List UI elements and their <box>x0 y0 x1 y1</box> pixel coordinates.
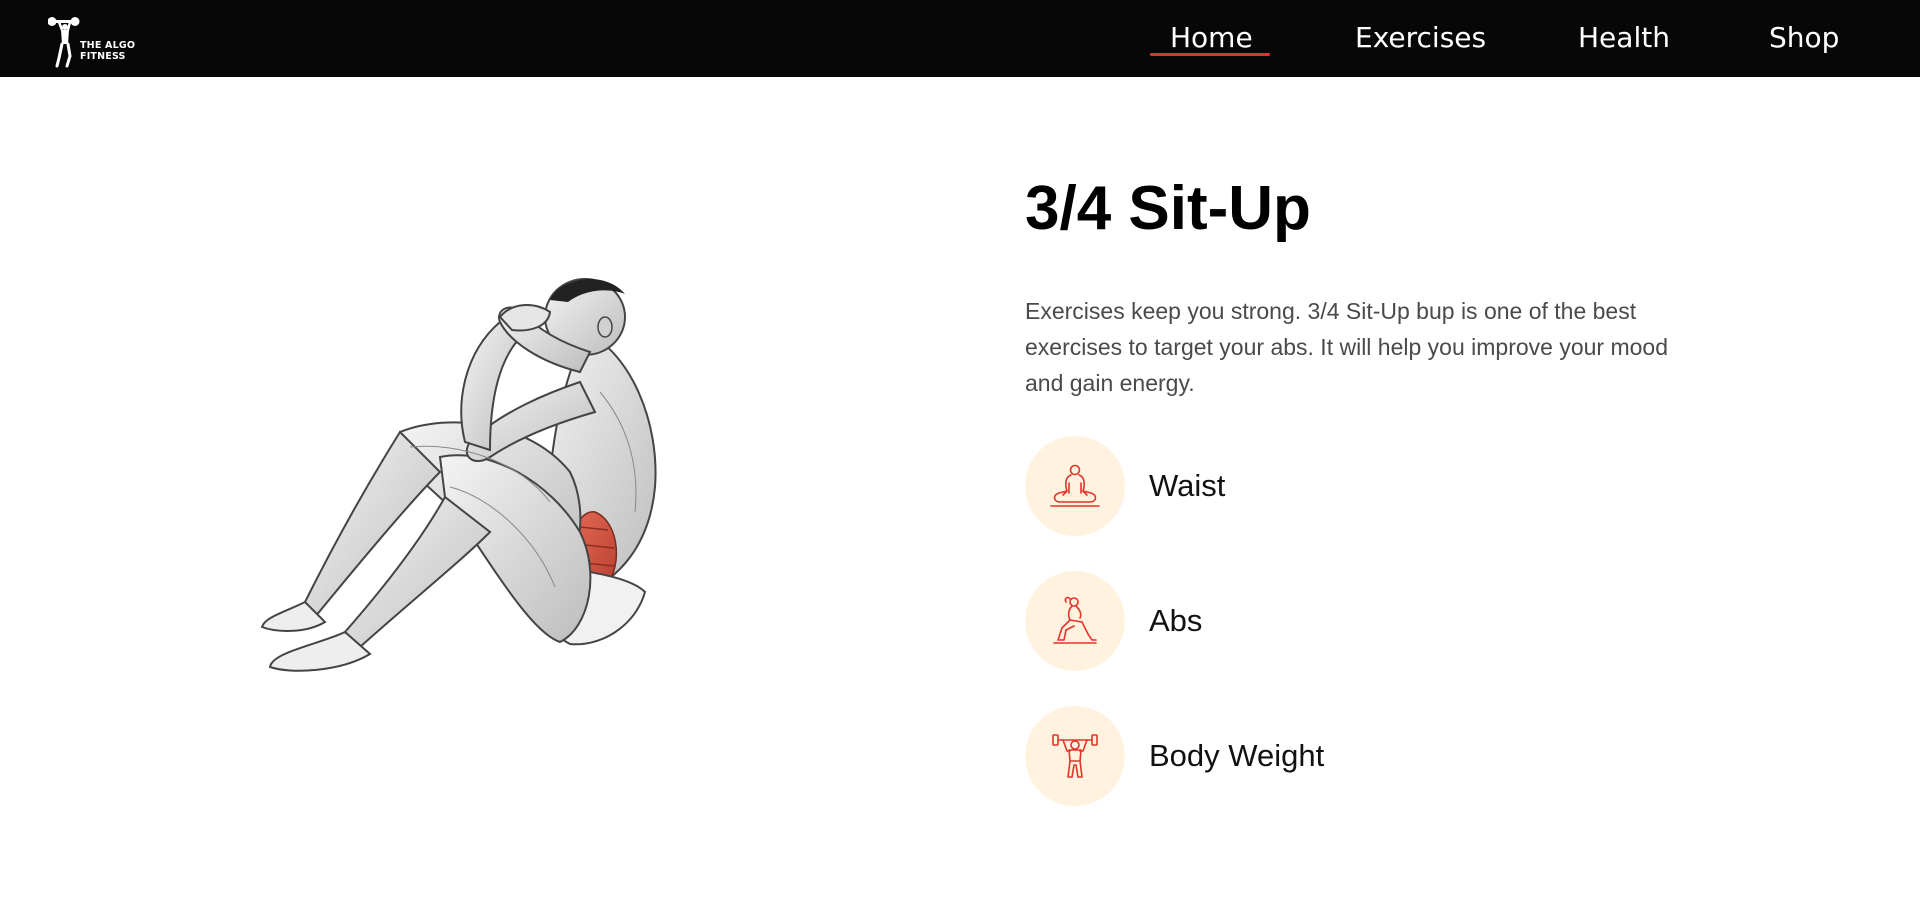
brand-wordmark: THE ALGO FITNESS <box>80 40 160 62</box>
tag-abs: Abs <box>1025 571 1425 671</box>
tag-icon-circle <box>1025 571 1125 671</box>
tag-label: Body Weight <box>1149 738 1325 773</box>
tag-icon-circle <box>1025 436 1125 536</box>
lunge-icon <box>1053 596 1097 644</box>
exercise-title: 3/4 Sit-Up <box>1025 174 1311 243</box>
tag-waist: Waist <box>1025 436 1425 536</box>
tag-icon-circle <box>1025 706 1125 806</box>
nav-shop[interactable]: Shop <box>1769 18 1839 58</box>
nav-health[interactable]: Health <box>1578 18 1670 58</box>
nav-active-indicator <box>1150 53 1270 56</box>
exercise-description: Exercises keep you strong. 3/4 Sit-Up bu… <box>1025 298 1669 396</box>
nav-exercises[interactable]: Exercises <box>1355 18 1486 58</box>
exercise-illustration <box>250 272 720 692</box>
meditation-icon <box>1050 464 1100 507</box>
weightlifter-icon <box>1052 734 1098 778</box>
brand-logo[interactable]: THE ALGO FITNESS <box>48 14 148 70</box>
tag-label: Waist <box>1149 468 1226 503</box>
tag-body-weight: Body Weight <box>1025 706 1425 806</box>
navbar: THE ALGO FITNESS Home Exercises Health S… <box>0 0 1920 77</box>
nav-home[interactable]: Home <box>1170 18 1253 58</box>
tag-label: Abs <box>1149 603 1203 638</box>
brand-line-2: FITNESS <box>80 51 126 62</box>
brand-line-1: THE ALGO <box>80 40 136 51</box>
